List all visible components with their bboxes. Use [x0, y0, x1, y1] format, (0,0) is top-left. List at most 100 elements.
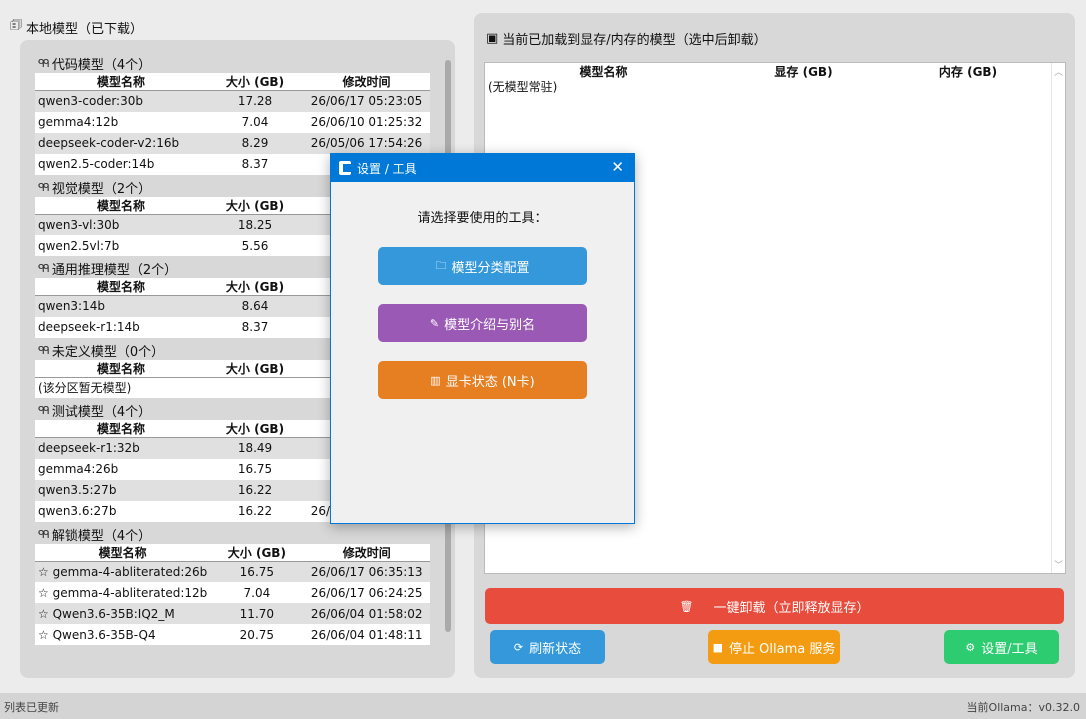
model-category-config-label: 模型分类配置 — [451, 260, 530, 276]
model-size-cell: 16.22 — [237, 504, 273, 518]
column-header[interactable]: 大小 (GB) — [207, 73, 303, 91]
model-size-cell: 18.49 — [207, 437, 303, 459]
dialog-title-bar[interactable]: 设置 / 工具 ✕ — [331, 154, 634, 182]
model-size-cell: 8.37 — [241, 157, 269, 171]
scroll-up-icon[interactable]: ︿ — [1052, 65, 1065, 78]
column-header[interactable]: 修改时间 — [303, 73, 430, 91]
group-title-label: 代码模型（4个） — [51, 58, 152, 73]
model-name-cell: deepseek-r1:32b — [35, 437, 207, 459]
stop-ollama-label: 停止 Ollama 服务 — [729, 641, 836, 657]
settings-tools-label: 设置/工具 — [981, 641, 1038, 657]
column-header[interactable]: 修改时间 — [303, 543, 430, 562]
chain-link-icon: ᑫᑫ — [38, 343, 50, 357]
model-name-cell: deepseek-coder-v2:16b — [35, 132, 207, 154]
table-row[interactable]: ☆ gemma-4-abliterated:26b 16.75 26/06/17 0… — [35, 561, 430, 582]
model-name-cell: gemma4:12b — [38, 115, 119, 129]
loaded-models-header: ▣ 当前已加载到显存/内存的模型（选中后卸载） — [486, 29, 767, 48]
local-models-header: 🗊 本地模型（已下载） — [10, 16, 143, 38]
folder-icon: 🗀 — [435, 258, 447, 272]
gpu-status-button[interactable]: ▥ 显卡状态 (N卡) — [378, 361, 587, 399]
col-vram[interactable]: 显存 (GB) — [722, 63, 885, 79]
chain-link-icon: ᑫᑫ — [38, 527, 50, 541]
group-title: ᑫᑫ 解锁模型（4个） — [38, 525, 440, 544]
col-model-name[interactable]: 模型名称 — [485, 63, 722, 79]
table-row[interactable]: ☆ Qwen3.6-35B:IQ2_M 11.70 26/06/04 01:58:0… — [35, 603, 430, 624]
loaded-scrollbar[interactable]: ︿ ﹀ — [1051, 63, 1065, 573]
model-size-cell: 16.75 — [210, 561, 304, 582]
scroll-down-icon[interactable]: ﹀ — [1052, 558, 1065, 571]
loaded-empty-text: (无模型常驻) — [488, 80, 558, 94]
column-header[interactable]: 模型名称 — [35, 359, 207, 378]
model-intro-alias-button[interactable]: ✎ 模型介绍与别名 — [378, 304, 587, 342]
chain-link-icon: ᑫᑫ — [38, 404, 50, 417]
model-size-cell: 11.70 — [210, 603, 304, 624]
column-header[interactable]: 模型名称 — [35, 196, 207, 215]
model-name-cell: qwen3:14b — [35, 295, 207, 317]
table-row[interactable]: ☆ gemma-4-abliterated:12b 7.04 26/06/17 06… — [35, 582, 430, 603]
column-header[interactable]: 模型名称 — [35, 278, 207, 296]
refresh-status-button[interactable]: ⟳ 刷新状态 — [490, 630, 605, 664]
model-folder-icon: 🗊 — [10, 18, 23, 33]
table-header-row: 模型名称 大小 (GB) 修改时间 — [35, 543, 430, 562]
table-row[interactable]: qwen3-coder:30b 17.28 26/06/17 05:23:05 — [35, 90, 430, 112]
model-size-cell: 16.75 — [237, 462, 273, 476]
group-title-label: 视觉模型（2个） — [51, 181, 152, 197]
table-row[interactable]: ☆ Qwen3.6-35B-Q4 20.75 26/06/04 01:48:11 — [35, 624, 430, 645]
ollama-version: 当前Ollama：v0.32.0 — [966, 701, 1080, 714]
model-name-cell: deepseek-r1:14b — [38, 320, 140, 334]
local-models-title: 本地模型（已下载） — [26, 21, 144, 37]
column-header[interactable]: 大小 (GB) — [207, 420, 303, 438]
model-name-cell: ☆ Qwen3.6-35B-Q4 — [38, 627, 156, 642]
model-table[interactable]: 模型名称 大小 (GB) 修改时间 ☆ gemma-4-abliterated:26b… — [35, 543, 430, 645]
refresh-status-label: 刷新状态 — [529, 641, 582, 657]
refresh-icon: ⟳ — [513, 640, 524, 654]
stop-ollama-button[interactable]: ■ 停止 Ollama 服务 — [708, 630, 840, 664]
table-row[interactable]: gemma4:12b 7.04 26/06/10 01:25:32 — [35, 112, 430, 133]
settings-tools-dialog: 设置 / 工具 ✕ 请选择要使用的工具： 🗀 模型分类配置 ✎ 模型介绍与别名 … — [330, 153, 635, 524]
group-title-label: 通用推理模型（2个） — [51, 263, 178, 278]
model-modified-cell: 26/06/04 01:48:11 — [310, 627, 423, 642]
column-header[interactable]: 大小 (GB) — [207, 196, 303, 215]
status-bar: 列表已更新 当前Ollama：v0.32.0 — [0, 693, 1086, 719]
chain-link-icon: ᑫᑫ — [38, 262, 50, 275]
unload-all-label: 一键卸载（立即释放显存） — [713, 600, 870, 616]
model-size-cell: 5.56 — [241, 238, 269, 253]
model-size-cell: 8.29 — [207, 132, 303, 154]
model-name-cell: qwen3-coder:30b — [35, 90, 207, 112]
model-size-cell: 16.22 — [207, 479, 303, 501]
table-header-row: 模型名称 大小 (GB) 修改时间 — [35, 73, 430, 91]
group-title: ᑫᑫ 代码模型（4个） — [38, 54, 440, 73]
column-header[interactable]: 模型名称 — [35, 420, 207, 438]
column-header[interactable]: 大小 (GB) — [207, 359, 303, 378]
model-category-config-button[interactable]: 🗀 模型分类配置 — [378, 247, 587, 285]
col-ram[interactable]: 内存 (GB) — [885, 63, 1051, 79]
column-header[interactable]: 大小 (GB) — [207, 278, 303, 296]
chain-link-icon: ᑫᑫ — [38, 57, 50, 70]
document-edit-icon: ✎ — [429, 316, 440, 330]
close-icon[interactable]: ✕ — [611, 158, 624, 176]
unload-all-button[interactable]: 🗑 一键卸载（立即释放显存） — [485, 588, 1064, 624]
group-title-label: 解锁模型（4个） — [51, 528, 152, 544]
model-modified-cell: 26/06/04 01:58:02 — [303, 603, 430, 624]
column-header[interactable]: 模型名称 — [35, 543, 211, 562]
model-name-cell: qwen3.5:27b — [35, 479, 207, 501]
gear-icon: ⚙ — [965, 640, 976, 654]
table-row[interactable]: deepseek-coder-v2:16b 8.29 26/05/06 17:54:… — [35, 132, 430, 154]
model-name-cell: ☆ gemma-4-abliterated:26b — [35, 561, 211, 582]
settings-tools-button[interactable]: ⚙ 设置/工具 — [944, 630, 1059, 664]
model-name-cell: qwen2.5-coder:14b — [38, 157, 155, 171]
chain-link-icon: ᑫᑫ — [38, 180, 50, 194]
model-size-cell: 7.04 — [243, 585, 271, 600]
dialog-prompt: 请选择要使用的工具： — [417, 211, 548, 226]
model-modified-cell: 26/06/17 05:23:05 — [303, 90, 430, 112]
dialog-title: 设置 / 工具 — [357, 161, 417, 176]
group-title-label: 未定义模型（0个） — [51, 344, 165, 360]
model-name-cell: qwen3.6:27b — [38, 504, 117, 518]
model-name-cell: qwen3-vl:30b — [35, 214, 207, 235]
trash-icon: 🗑 — [679, 599, 694, 613]
stop-icon: ■ — [712, 640, 724, 654]
column-header[interactable]: 大小 (GB) — [210, 543, 304, 562]
column-header[interactable]: 模型名称 — [35, 73, 207, 91]
model-size-cell: 17.28 — [207, 90, 303, 112]
model-name-cell: ☆ gemma-4-abliterated:12b — [38, 585, 208, 600]
